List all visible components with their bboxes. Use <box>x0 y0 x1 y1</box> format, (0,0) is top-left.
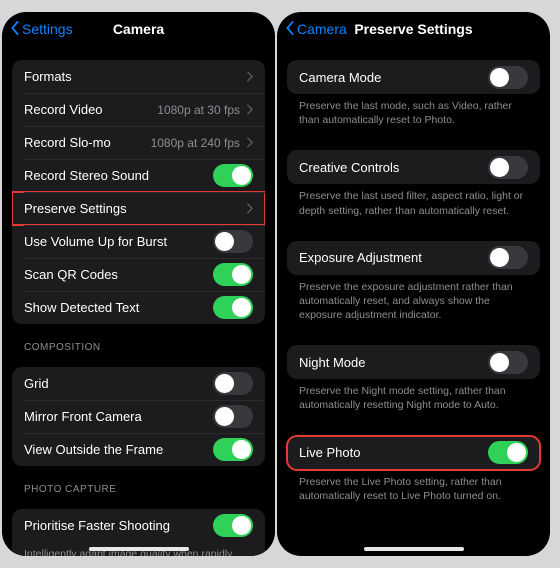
row-label: Prioritise Faster Shooting <box>24 518 213 533</box>
settings-row[interactable]: Creative Controls <box>287 150 540 184</box>
preserve-setting-group: Exposure Adjustment <box>287 241 540 275</box>
home-indicator[interactable] <box>89 547 189 551</box>
row-label: Record Stereo Sound <box>24 168 213 183</box>
row-label: Show Detected Text <box>24 300 213 315</box>
nav-bar: Camera Preserve Settings <box>277 12 550 46</box>
settings-row[interactable]: Show Detected Text <box>12 291 265 324</box>
row-label: Grid <box>24 376 213 391</box>
chevron-right-icon <box>246 203 253 214</box>
settings-row[interactable]: Live Photo <box>287 436 540 470</box>
row-description: Preserve the last mode, such as Video, r… <box>287 94 540 136</box>
row-value: 1080p at 240 fps <box>151 136 240 150</box>
row-label: Exposure Adjustment <box>299 250 488 265</box>
toggle-switch[interactable] <box>488 441 528 464</box>
toggle-switch[interactable] <box>213 263 253 286</box>
row-description: Preserve the last used filter, aspect ra… <box>287 184 540 226</box>
toggle-switch[interactable] <box>213 405 253 428</box>
toggle-switch[interactable] <box>488 156 528 179</box>
toggle-switch[interactable] <box>213 164 253 187</box>
back-button[interactable]: Camera <box>285 21 347 38</box>
row-value: 1080p at 30 fps <box>157 103 240 117</box>
chevron-left-icon <box>285 21 295 38</box>
row-description: Preserve the Night mode setting, rather … <box>287 379 540 421</box>
chevron-left-icon <box>10 21 20 38</box>
row-label: Record Video <box>24 102 157 117</box>
preserve-setting-group: Creative Controls <box>287 150 540 184</box>
content: Camera Mode Preserve the last mode, such … <box>277 46 550 556</box>
preserve-setting-group: Night Mode <box>287 345 540 379</box>
row-description: Preserve the exposure adjustment rather … <box>287 275 540 332</box>
toggle-switch[interactable] <box>488 351 528 374</box>
toggle-switch[interactable] <box>213 230 253 253</box>
row-label: Mirror Front Camera <box>24 409 213 424</box>
toggle-switch[interactable] <box>488 246 528 269</box>
toggle-switch[interactable] <box>213 372 253 395</box>
toggle-switch[interactable] <box>213 514 253 537</box>
preserve-settings-screen: Camera Preserve Settings Camera Mode Pres… <box>277 12 550 556</box>
page-title: Camera <box>113 21 164 37</box>
chevron-right-icon <box>246 71 253 82</box>
section-header-composition: COMPOSITION <box>24 342 265 353</box>
row-label: Preserve Settings <box>24 201 246 216</box>
camera-settings-screen: Settings Camera FormatsRecord Video1080p… <box>2 12 275 556</box>
settings-row[interactable]: Formats <box>12 60 265 93</box>
home-indicator[interactable] <box>364 547 464 551</box>
chevron-right-icon <box>246 137 253 148</box>
settings-row[interactable]: Grid <box>12 367 265 400</box>
row-label: Scan QR Codes <box>24 267 213 282</box>
settings-row[interactable]: Use Volume Up for Burst <box>12 225 265 258</box>
settings-row[interactable]: View Outside the Frame <box>12 433 265 466</box>
settings-row[interactable]: Preserve Settings <box>12 192 265 225</box>
row-label: View Outside the Frame <box>24 442 213 457</box>
settings-row[interactable]: Camera Mode <box>287 60 540 94</box>
row-description: Preserve the Live Photo setting, rather … <box>287 470 540 512</box>
back-button[interactable]: Settings <box>10 21 73 38</box>
row-label: Creative Controls <box>299 160 488 175</box>
toggle-switch[interactable] <box>488 66 528 89</box>
settings-group-main: FormatsRecord Video1080p at 30 fpsRecord… <box>12 60 265 324</box>
back-label: Settings <box>22 21 73 37</box>
nav-bar: Settings Camera <box>2 12 275 46</box>
row-label: Record Slo-mo <box>24 135 151 150</box>
section-header-photo-capture: PHOTO CAPTURE <box>24 484 265 495</box>
settings-row[interactable]: Record Stereo Sound <box>12 159 265 192</box>
settings-row[interactable]: Scan QR Codes <box>12 258 265 291</box>
chevron-right-icon <box>246 104 253 115</box>
row-label: Camera Mode <box>299 70 488 85</box>
page-title: Preserve Settings <box>354 21 472 37</box>
row-label: Night Mode <box>299 355 488 370</box>
settings-row[interactable]: Night Mode <box>287 345 540 379</box>
toggle-switch[interactable] <box>213 296 253 319</box>
settings-row[interactable]: Prioritise Faster Shooting <box>12 509 265 542</box>
toggle-switch[interactable] <box>213 438 253 461</box>
settings-row[interactable]: Exposure Adjustment <box>287 241 540 275</box>
settings-row[interactable]: Record Video1080p at 30 fps <box>12 93 265 126</box>
preserve-setting-group: Camera Mode <box>287 60 540 94</box>
row-label: Use Volume Up for Burst <box>24 234 213 249</box>
settings-row[interactable]: Mirror Front Camera <box>12 400 265 433</box>
content: FormatsRecord Video1080p at 30 fpsRecord… <box>2 46 275 556</box>
settings-group-composition: Grid Mirror Front Camera View Outside the … <box>12 367 265 466</box>
back-label: Camera <box>297 21 347 37</box>
preserve-setting-group: Live Photo <box>287 436 540 470</box>
settings-row[interactable]: Record Slo-mo1080p at 240 fps <box>12 126 265 159</box>
row-label: Formats <box>24 69 246 84</box>
row-label: Live Photo <box>299 445 488 460</box>
